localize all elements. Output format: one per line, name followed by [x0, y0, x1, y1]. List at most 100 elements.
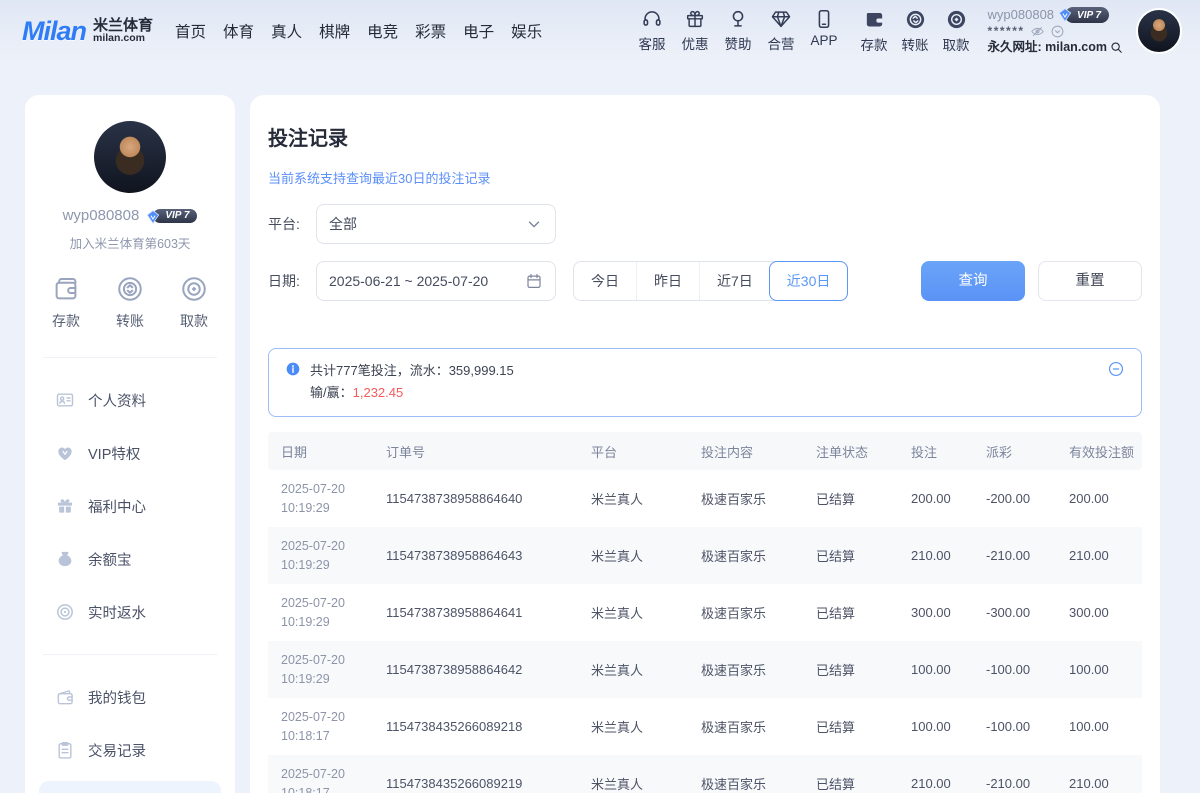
- cell-valid: 210.00: [1061, 527, 1142, 584]
- header-avatar[interactable]: [1136, 8, 1182, 54]
- sidebar-item-label: 我的钱包: [88, 687, 146, 708]
- table-row: 2025-07-2010:18:171154738435266089218米兰真…: [268, 698, 1142, 755]
- diamond-badge-icon: [145, 209, 161, 225]
- sidebar-item-welfare[interactable]: 福利中心: [39, 484, 221, 528]
- nav-item-5[interactable]: 彩票: [415, 20, 446, 42]
- cell-bet: 100.00: [903, 641, 978, 698]
- sidebar-action-label: 取款: [180, 311, 208, 331]
- col-header-6: 派彩: [978, 432, 1061, 470]
- sidebar-item-wallet[interactable]: 我的钱包: [39, 675, 221, 719]
- quick-date-1[interactable]: 昨日: [636, 262, 699, 300]
- table-row: 2025-07-2010:18:171154738435266089219米兰真…: [268, 755, 1142, 793]
- header-quick-links: 客服优惠赞助合营 APP: [632, 8, 845, 53]
- quick-date-2[interactable]: 近7日: [699, 262, 770, 300]
- col-header-7: 有效投注额: [1061, 432, 1142, 470]
- sidebar-action-withdraw[interactable]: 取款: [179, 274, 209, 331]
- vip-icon: [55, 443, 75, 463]
- header-username: wyp080808: [988, 7, 1055, 24]
- sidebar-vip-badge-label: VIP 7: [165, 210, 189, 221]
- cell-status: 已结算: [808, 527, 903, 584]
- header-link-phone[interactable]: APP: [804, 8, 845, 53]
- chevron-circle-icon[interactable]: [1050, 24, 1065, 39]
- chevron-down-icon: [525, 215, 543, 233]
- col-header-5: 投注: [903, 432, 978, 470]
- records-icon: [55, 740, 75, 760]
- nav-item-6[interactable]: 电子: [463, 20, 494, 42]
- header-link-deposit[interactable]: 存款: [855, 8, 894, 54]
- collapse-icon[interactable]: [1107, 360, 1125, 378]
- cell-date: 2025-07-20: [281, 651, 370, 670]
- quick-date-3[interactable]: 近30日: [769, 261, 849, 301]
- cell-status: 已结算: [808, 698, 903, 755]
- cell-datetime: 2025-07-2010:18:17: [268, 755, 378, 793]
- sidebar-item-profile[interactable]: 个人资料: [39, 378, 221, 422]
- nav-item-1[interactable]: 体育: [223, 20, 254, 42]
- header-link-label: 赞助: [725, 33, 752, 53]
- cell-time: 10:19:29: [281, 670, 370, 689]
- col-header-1: 订单号: [378, 432, 583, 470]
- cell-order: 1154738738958864643: [378, 527, 583, 584]
- header-link-label: 取款: [943, 34, 970, 54]
- sidebar-action-label: 存款: [52, 311, 80, 331]
- sidebar-item-records[interactable]: 交易记录: [39, 728, 221, 772]
- header-link-withdraw[interactable]: 取款: [937, 8, 976, 54]
- sidebar-item-label: 个人资料: [88, 390, 146, 411]
- welfare-icon: [55, 496, 75, 516]
- cell-bet: 210.00: [903, 527, 978, 584]
- cell-order: 1154738738958864640: [378, 470, 583, 527]
- nav-item-3[interactable]: 棋牌: [319, 20, 350, 42]
- sidebar-menu-secondary: 我的钱包交易记录投注记录: [37, 675, 223, 793]
- nav-item-4[interactable]: 电竞: [367, 20, 398, 42]
- header-link-transfer[interactable]: 转账: [896, 8, 935, 54]
- cell-valid: 200.00: [1061, 470, 1142, 527]
- search-icon[interactable]: [1109, 40, 1124, 55]
- reset-button[interactable]: 重置: [1038, 261, 1142, 301]
- sidebar-action-transfer[interactable]: 转账: [115, 274, 145, 331]
- summary-bar: 共计777笔投注，流水：359,999.15 输/赢：1,232.45: [268, 348, 1142, 417]
- table-row: 2025-07-2010:19:291154738738958864642米兰真…: [268, 641, 1142, 698]
- cell-order: 1154738738958864641: [378, 584, 583, 641]
- logo-text: 米兰体育 milan.com: [93, 18, 153, 45]
- header-link-medal[interactable]: 赞助: [718, 8, 759, 53]
- header-link-label: APP: [811, 33, 838, 48]
- bets-table: 日期订单号平台投注内容注单状态投注派彩有效投注额 2025-07-2010:19…: [268, 432, 1142, 793]
- table-body: 2025-07-2010:19:291154738738958864640米兰真…: [268, 470, 1142, 793]
- sidebar-action-deposit[interactable]: 存款: [51, 274, 81, 331]
- cell-datetime: 2025-07-2010:19:29: [268, 470, 378, 527]
- platform-select[interactable]: 全部: [316, 204, 556, 244]
- sidebar-item-bets[interactable]: 投注记录: [39, 781, 221, 793]
- header-link-gem[interactable]: 合营: [761, 8, 802, 53]
- masked-balance: ******: [988, 24, 1025, 40]
- eye-off-icon[interactable]: [1030, 24, 1045, 39]
- sidebar-item-moneybag[interactable]: 余额宝: [39, 537, 221, 581]
- sidebar-item-label: 实时返水: [88, 602, 146, 623]
- header-link-gift[interactable]: 优惠: [675, 8, 716, 53]
- nav-item-7[interactable]: 娱乐: [511, 20, 542, 42]
- summary-line1: 共计777笔投注，流水：359,999.15: [310, 360, 514, 382]
- cell-platform: 米兰真人: [583, 755, 693, 793]
- date-range-value: 2025-06-21 ~ 2025-07-20: [329, 273, 488, 289]
- cell-date: 2025-07-20: [281, 594, 370, 613]
- sidebar-item-label: VIP特权: [88, 443, 140, 464]
- headset-icon: [641, 8, 663, 30]
- quick-date-0[interactable]: 今日: [574, 262, 636, 300]
- medal-icon: [727, 8, 749, 30]
- vip-badge-label: VIP 7: [1077, 9, 1101, 22]
- nav-item-0[interactable]: 首页: [175, 20, 206, 42]
- divider: [43, 357, 217, 358]
- gem-icon: [770, 8, 792, 30]
- site-logo[interactable]: Milan 米兰体育 milan.com: [22, 16, 153, 47]
- withdraw-icon: [179, 274, 209, 304]
- summary-line2: 输/赢：1,232.45: [310, 382, 514, 404]
- header-link-headset[interactable]: 客服: [632, 8, 673, 53]
- cell-order: 1154738435266089219: [378, 755, 583, 793]
- query-button[interactable]: 查询: [921, 261, 1025, 301]
- cell-datetime: 2025-07-2010:19:29: [268, 584, 378, 641]
- date-range-input[interactable]: 2025-06-21 ~ 2025-07-20: [316, 261, 556, 301]
- calendar-icon: [525, 272, 543, 290]
- top-header: Milan 米兰体育 milan.com 首页体育真人棋牌电竞彩票电子娱乐 客服…: [0, 0, 1200, 62]
- nav-item-2[interactable]: 真人: [271, 20, 302, 42]
- sidebar-item-rebate[interactable]: 实时返水: [39, 590, 221, 634]
- cell-bet: 300.00: [903, 584, 978, 641]
- sidebar-item-vip[interactable]: VIP特权: [39, 431, 221, 475]
